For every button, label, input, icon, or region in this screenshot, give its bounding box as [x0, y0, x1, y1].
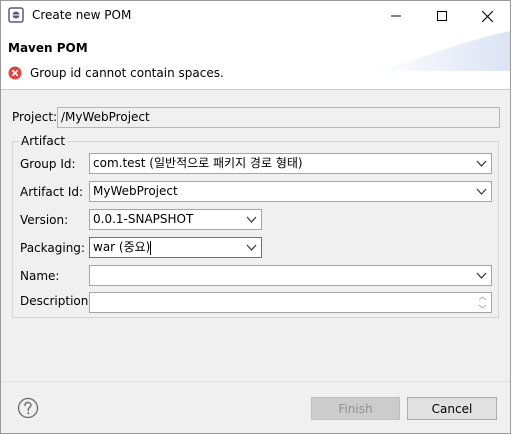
artifact-id-combo[interactable]: MyWebProject: [89, 181, 492, 202]
page-title: Maven POM: [8, 41, 88, 55]
window-title: Create new POM: [32, 8, 132, 22]
maximize-icon: [437, 11, 447, 21]
wizard-header: Maven POM Group id cannot contain spaces…: [1, 31, 510, 89]
artifact-group-label: Artifact: [19, 134, 68, 148]
version-value: 0.0.1-SNAPSHOT: [93, 212, 194, 226]
title-bar[interactable]: Create new POM: [1, 1, 510, 31]
group-id-combo[interactable]: com.test (일반적으로 패키지 경로 형태): [89, 153, 492, 174]
create-pom-dialog: Create new POM Maven POM Group id cannot…: [0, 0, 511, 434]
project-label: Project:: [12, 110, 58, 124]
header-banner-graphic: [370, 31, 510, 71]
minimize-button[interactable]: [373, 1, 419, 31]
text-caret: [150, 240, 152, 255]
packaging-combo[interactable]: war (중요): [89, 237, 262, 258]
close-button[interactable]: [464, 1, 510, 31]
description-label: Description:: [20, 294, 93, 308]
artifact-id-value: MyWebProject: [93, 184, 178, 198]
chevron-down-icon[interactable]: [476, 271, 487, 280]
group-id-label: Group Id:: [20, 157, 76, 171]
minimize-icon: [391, 15, 401, 17]
version-combo[interactable]: 0.0.1-SNAPSHOT: [89, 209, 262, 230]
packaging-value: war (중요): [93, 240, 151, 254]
chevron-down-icon[interactable]: [476, 187, 487, 196]
error-icon: [8, 66, 22, 80]
eclipse-app-icon: [8, 7, 24, 23]
chevron-down-icon[interactable]: [246, 215, 257, 224]
chevron-down-icon[interactable]: [476, 159, 487, 168]
name-label: Name:: [20, 269, 60, 283]
close-icon: [481, 10, 493, 22]
version-label: Version:: [20, 213, 69, 227]
chevron-down-icon[interactable]: [246, 243, 257, 252]
name-combo[interactable]: [89, 265, 492, 286]
finish-button[interactable]: Finish: [311, 397, 400, 420]
footer-separator: [1, 381, 510, 382]
cancel-button[interactable]: Cancel: [407, 397, 497, 420]
group-id-value: com.test (일반적으로 패키지 경로 형태): [93, 156, 303, 170]
artifact-id-label: Artifact Id:: [20, 185, 84, 199]
scroll-arrows-icon[interactable]: [477, 294, 488, 311]
description-textarea[interactable]: [89, 292, 492, 313]
packaging-label: Packaging:: [20, 241, 85, 255]
help-icon[interactable]: [17, 397, 39, 419]
project-field: /MyWebProject: [57, 107, 500, 128]
maximize-button[interactable]: [419, 1, 465, 31]
error-message: Group id cannot contain spaces.: [30, 66, 224, 80]
header-separator: [1, 89, 510, 90]
